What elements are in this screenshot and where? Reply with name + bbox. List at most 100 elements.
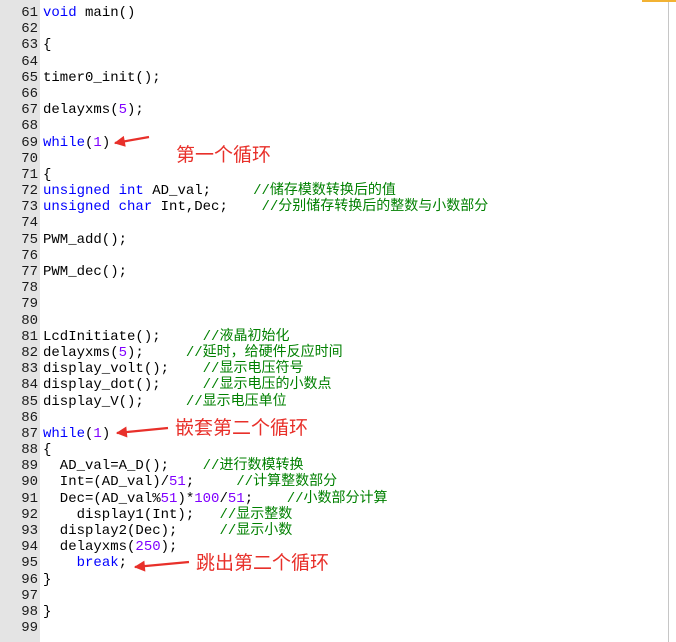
- code-comment: //显示电压符号: [202, 361, 304, 378]
- code-line[interactable]: [43, 215, 668, 231]
- code-text: main(): [76, 5, 136, 21]
- line-number: 84: [21, 377, 38, 394]
- code-comment: //显示电压的小数点: [202, 377, 332, 394]
- code-line[interactable]: {: [43, 37, 668, 53]
- code-text: )*: [177, 490, 195, 507]
- code-line[interactable]: }: [43, 572, 668, 588]
- code-line[interactable]: [43, 296, 668, 312]
- code-line[interactable]: AD_val=A_D(); //进行数模转换: [43, 458, 668, 474]
- code-line[interactable]: LcdInitiate(); //液晶初始化: [43, 329, 668, 345]
- code-text: {: [43, 37, 52, 54]
- keyword-token: unsigned: [43, 183, 111, 200]
- code-line[interactable]: [43, 21, 668, 37]
- editor-line: 82 delayxms(5); //延时，给硬件反应时间: [0, 345, 668, 361]
- code-line[interactable]: delayxms(250);: [43, 539, 668, 555]
- code-text: );: [127, 344, 186, 361]
- line-number: 61: [21, 5, 38, 21]
- editor-line: 86: [0, 410, 668, 426]
- line-number: 77: [21, 264, 38, 280]
- line-number: 81: [21, 328, 38, 345]
- editor-line: 77 PWM_dec();: [0, 264, 668, 280]
- code-text: LcdInitiate();: [43, 328, 203, 345]
- code-text: display_V();: [43, 393, 186, 410]
- keyword-token: unsigned: [43, 199, 111, 216]
- line-number: 64: [21, 53, 38, 70]
- code-line[interactable]: [43, 313, 668, 329]
- code-line[interactable]: while(1): [43, 426, 668, 442]
- code-text: delayxms(: [43, 539, 136, 556]
- code-line[interactable]: display2(Dec); //显示小数: [43, 523, 668, 539]
- editor-line: 89 AD_val=A_D(); //进行数模转换: [0, 458, 668, 474]
- number-literal: 5: [118, 102, 128, 119]
- line-number: 82: [21, 344, 38, 361]
- editor-line: 68: [0, 118, 668, 134]
- code-line[interactable]: [43, 118, 668, 134]
- code-line[interactable]: delayxms(5);: [43, 102, 668, 118]
- annotation-first-loop: 第一个循环: [176, 144, 272, 166]
- code-comment: //延时，给硬件反应时间: [185, 344, 343, 361]
- code-text: ;: [118, 555, 128, 572]
- code-line[interactable]: unsigned int AD_val; //储存模数转换后的值: [43, 183, 668, 199]
- line-number: 76: [21, 247, 38, 264]
- editor-line: 69 while(1): [0, 135, 668, 151]
- code-text: AD_val=A_D();: [43, 458, 203, 475]
- code-line[interactable]: [43, 410, 668, 426]
- editor-line: 65 timer0_init();: [0, 70, 668, 86]
- code-line[interactable]: [43, 86, 668, 102]
- code-line[interactable]: unsigned char Int,Dec; //分别储存转换后的整数与小数部分: [43, 199, 668, 215]
- editor-line: 62: [0, 21, 668, 37]
- line-number: 63: [21, 37, 38, 54]
- code-line[interactable]: [43, 151, 668, 167]
- code-line[interactable]: break;: [43, 555, 668, 571]
- line-number: 97: [21, 587, 38, 604]
- code-line[interactable]: [43, 620, 668, 636]
- code-line[interactable]: display1(Int); //显示整数: [43, 507, 668, 523]
- editor-line: 97: [0, 588, 668, 604]
- code-editor[interactable]: 61 void main() 62 63 {64 65 timer0_init(); 66 67…: [0, 0, 676, 642]
- line-number: 95: [21, 555, 38, 572]
- code-line[interactable]: void main(): [43, 5, 668, 21]
- code-line[interactable]: PWM_add();: [43, 232, 668, 248]
- number-literal: 1: [93, 425, 102, 442]
- code-line[interactable]: display_volt(); //显示电压符号: [43, 361, 668, 377]
- line-number: 91: [21, 490, 38, 507]
- code-line[interactable]: {: [43, 442, 668, 458]
- code-line[interactable]: Int=(AD_val)/51; //计算整数部分: [43, 474, 668, 490]
- code-text: display2(Dec);: [43, 523, 220, 539]
- number-literal: 51: [227, 490, 245, 507]
- code-line[interactable]: timer0_init();: [43, 70, 668, 86]
- code-line[interactable]: display_dot(); //显示电压的小数点: [43, 377, 668, 393]
- line-number: 96: [21, 571, 38, 588]
- number-literal: 1: [93, 134, 102, 151]
- line-number: 67: [21, 102, 38, 119]
- code-line[interactable]: [43, 588, 668, 604]
- code-text: PWM_dec();: [43, 264, 128, 280]
- editor-line: 93 display2(Dec); //显示小数: [0, 523, 668, 539]
- code-comment: //液晶初始化: [202, 328, 290, 345]
- code-line[interactable]: delayxms(5); //延时，给硬件反应时间: [43, 345, 668, 361]
- code-line[interactable]: Dec=(AD_val%51)*100/51; //小数部分计算: [43, 491, 668, 507]
- code-line[interactable]: [43, 54, 668, 70]
- line-number: 62: [21, 21, 38, 38]
- editor-line: 67 delayxms(5);: [0, 102, 668, 118]
- code-text: delayxms(: [43, 102, 119, 119]
- line-number: 94: [21, 539, 38, 556]
- code-line[interactable]: }: [43, 604, 668, 620]
- line-number: 80: [21, 312, 38, 329]
- code-line[interactable]: [43, 248, 668, 264]
- code-line[interactable]: [43, 280, 668, 296]
- editor-line: 87 while(1): [0, 426, 668, 442]
- editor-line: 99: [0, 620, 668, 636]
- editor-right-border: [668, 0, 669, 642]
- line-number: 85: [21, 393, 38, 410]
- editor-line: 81 LcdInitiate(); //液晶初始化: [0, 329, 668, 345]
- keyword-token: while: [43, 134, 86, 151]
- code-line[interactable]: {: [43, 167, 668, 183]
- annotation-break-second-loop: 跳出第二个循环: [196, 552, 330, 574]
- code-line[interactable]: display_V(); //显示电压单位: [43, 394, 668, 410]
- code-line[interactable]: PWM_dec();: [43, 264, 668, 280]
- line-number: 69: [21, 134, 38, 151]
- keyword-token: break: [76, 555, 119, 572]
- code-line[interactable]: while(1): [43, 135, 668, 151]
